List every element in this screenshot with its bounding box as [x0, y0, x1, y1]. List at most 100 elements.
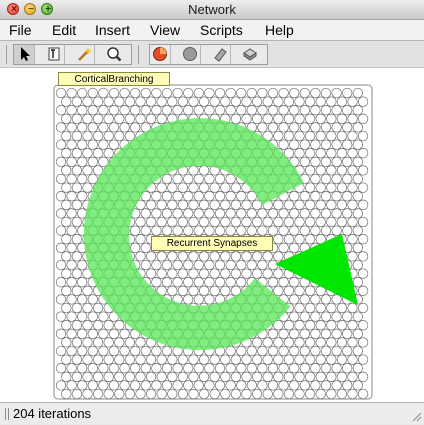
neuron[interactable] [225, 208, 236, 219]
neuron[interactable] [71, 320, 83, 331]
neuron[interactable] [352, 259, 363, 271]
neuron[interactable] [214, 87, 226, 99]
neuron[interactable] [289, 225, 300, 236]
neuron[interactable] [331, 173, 342, 185]
neuron[interactable] [61, 234, 72, 245]
neuron[interactable] [331, 328, 342, 339]
neuron[interactable] [151, 345, 162, 357]
neuron[interactable] [108, 328, 120, 339]
neuron[interactable] [326, 148, 337, 159]
neuron[interactable] [193, 277, 204, 288]
neuron[interactable] [310, 311, 321, 322]
neuron[interactable] [220, 251, 231, 262]
neuron[interactable] [188, 216, 199, 228]
neuron[interactable] [278, 345, 289, 357]
neuron[interactable] [225, 87, 236, 99]
neuron[interactable] [278, 363, 289, 374]
neuron[interactable] [55, 277, 67, 288]
neuron[interactable] [130, 242, 141, 253]
neuron[interactable] [320, 294, 332, 305]
neuron[interactable] [55, 156, 67, 167]
neuron[interactable] [331, 363, 342, 374]
neuron[interactable] [77, 277, 88, 288]
neuron[interactable] [161, 259, 173, 271]
neuron[interactable] [246, 363, 257, 374]
neuron[interactable] [61, 337, 72, 348]
neuron[interactable] [172, 277, 183, 288]
neuron[interactable] [352, 156, 363, 167]
neuron[interactable] [257, 345, 268, 357]
neuron[interactable] [66, 363, 77, 374]
neuron[interactable] [357, 285, 369, 296]
neuron[interactable] [257, 105, 268, 116]
neuron[interactable] [198, 216, 210, 228]
neuron[interactable] [304, 148, 316, 159]
neuron[interactable] [188, 285, 199, 296]
neuron[interactable] [124, 96, 136, 107]
neuron[interactable] [283, 337, 295, 348]
neuron[interactable] [236, 208, 247, 219]
neuron[interactable] [114, 130, 125, 142]
neuron[interactable] [326, 165, 337, 176]
neuron[interactable] [161, 345, 173, 357]
neuron[interactable] [225, 363, 236, 374]
neuron[interactable] [92, 354, 104, 365]
neuron[interactable] [289, 208, 300, 219]
neuron[interactable] [225, 345, 236, 357]
neuron[interactable] [304, 337, 316, 348]
neuron[interactable] [342, 311, 353, 322]
neuron[interactable] [61, 216, 72, 228]
neuron[interactable] [161, 208, 173, 219]
neuron[interactable] [114, 96, 125, 107]
neuron[interactable] [241, 268, 252, 279]
neuron[interactable] [167, 182, 178, 193]
neuron[interactable] [135, 96, 146, 107]
neuron[interactable] [347, 182, 358, 193]
neuron[interactable] [214, 259, 226, 271]
neuron[interactable] [172, 105, 183, 116]
neuron[interactable] [188, 182, 199, 193]
neuron[interactable] [55, 294, 67, 305]
neuron[interactable] [124, 371, 136, 382]
neuron[interactable] [61, 113, 72, 124]
neuron[interactable] [257, 208, 268, 219]
neuron[interactable] [315, 165, 326, 176]
neuron[interactable] [177, 199, 189, 210]
neuron[interactable] [151, 277, 162, 288]
neuron[interactable] [209, 268, 220, 279]
neuron[interactable] [273, 130, 284, 142]
neuron[interactable] [331, 208, 342, 219]
neuron[interactable] [299, 363, 310, 374]
neuron[interactable] [140, 363, 151, 374]
neuron[interactable] [320, 380, 332, 391]
neuron[interactable] [241, 371, 252, 382]
neuron[interactable] [77, 345, 88, 357]
neuron[interactable] [304, 96, 316, 107]
neuron[interactable] [98, 363, 109, 374]
neuron[interactable] [294, 388, 305, 400]
neuron[interactable] [151, 363, 162, 374]
neuron[interactable] [103, 148, 114, 159]
neuron[interactable] [82, 285, 93, 296]
neuron[interactable] [103, 388, 114, 400]
neuron[interactable] [140, 259, 151, 271]
neuron[interactable] [167, 285, 178, 296]
neuron[interactable] [267, 122, 279, 133]
neuron[interactable] [140, 242, 151, 253]
neuron[interactable] [92, 337, 104, 348]
neuron[interactable] [66, 328, 77, 339]
neuron[interactable] [188, 165, 199, 176]
neuron[interactable] [87, 380, 98, 391]
network-canvas[interactable]: CorticalBranching Recurrent Synapses [0, 68, 424, 402]
neuron[interactable] [87, 139, 98, 150]
neuron[interactable] [304, 285, 316, 296]
neuron[interactable] [114, 371, 125, 382]
neuron[interactable] [336, 130, 348, 142]
neuron[interactable] [267, 328, 279, 339]
neuron[interactable] [87, 156, 98, 167]
neuron[interactable] [140, 380, 151, 391]
neuron[interactable] [61, 182, 72, 193]
neuron[interactable] [278, 380, 289, 391]
neuron[interactable] [347, 130, 358, 142]
neuron[interactable] [167, 216, 178, 228]
